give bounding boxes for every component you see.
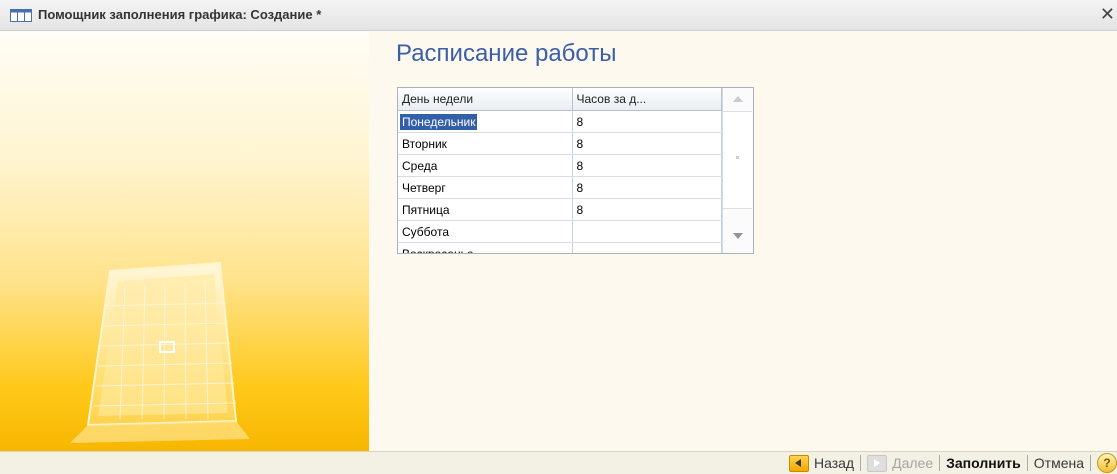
window-titlebar: Помощник заполнения графика: Создание * … <box>0 0 1117 31</box>
back-button-label: Назад <box>813 455 855 471</box>
table-row[interactable]: Четверг 8 <box>398 176 722 199</box>
hours-cell[interactable]: 8 <box>572 154 722 177</box>
table-scrollbar[interactable] <box>722 88 753 253</box>
day-cell[interactable]: Суббота <box>398 220 573 243</box>
hours-cell[interactable]: 8 <box>572 176 722 199</box>
page-title: Расписание работы <box>396 40 617 67</box>
day-cell[interactable]: Вторник <box>398 132 573 155</box>
column-header-day[interactable]: День недели <box>398 88 573 111</box>
table-icon <box>10 9 32 22</box>
wizard-side-illustration <box>0 31 369 451</box>
table-header-row: День недели Часов за д... <box>398 88 722 111</box>
column-header-hours[interactable]: Часов за д... <box>572 88 722 111</box>
day-cell[interactable]: Среда <box>398 154 573 177</box>
table-row[interactable]: Пятница 8 <box>398 198 722 221</box>
wizard-buttons: Назад Далее Заполнить Отмена ? <box>783 453 1117 473</box>
hours-cell[interactable] <box>572 220 722 243</box>
arrow-right-icon <box>867 454 888 472</box>
table-row[interactable]: Суббота <box>398 220 722 243</box>
scroll-down-arrow-icon[interactable] <box>733 233 743 239</box>
hours-cell[interactable] <box>572 242 722 253</box>
close-icon[interactable]: ✕ <box>1100 5 1115 23</box>
day-cell[interactable]: Четверг <box>398 176 573 199</box>
day-cell-text: Понедельник <box>400 113 478 130</box>
calendar-illustration-icon <box>70 261 250 443</box>
wizard-button-bar: Назад Далее Заполнить Отмена ? <box>0 451 1117 474</box>
window-title: Помощник заполнения графика: Создание * <box>38 7 322 22</box>
table-row[interactable]: Среда 8 <box>398 154 722 177</box>
table-row[interactable]: Понедельник 8 <box>398 110 722 133</box>
hours-cell[interactable]: 8 <box>572 198 722 221</box>
help-icon[interactable]: ? <box>1097 453 1117 473</box>
cancel-button[interactable]: Отмена <box>1028 455 1090 471</box>
fill-button[interactable]: Заполнить <box>940 455 1027 471</box>
table-row[interactable]: Вторник 8 <box>398 132 722 155</box>
arrow-left-icon <box>788 454 809 472</box>
table-row[interactable]: Воскресенье <box>398 242 722 253</box>
separator <box>1090 455 1091 471</box>
grip-icon <box>736 156 739 159</box>
scroll-up-arrow-icon[interactable] <box>733 96 743 102</box>
next-button[interactable]: Далее <box>861 454 939 472</box>
day-cell[interactable]: Пятница <box>398 198 573 221</box>
hours-cell[interactable]: 8 <box>572 132 722 155</box>
schedule-table[interactable]: День недели Часов за д... Понедельник 8 … <box>397 87 754 254</box>
day-cell[interactable]: Понедельник <box>398 110 573 133</box>
day-cell[interactable]: Воскресенье <box>398 242 573 253</box>
next-button-label: Далее <box>892 455 934 471</box>
scroll-thumb[interactable] <box>723 111 752 209</box>
back-button[interactable]: Назад <box>783 454 860 472</box>
hours-cell[interactable]: 8 <box>572 110 722 133</box>
